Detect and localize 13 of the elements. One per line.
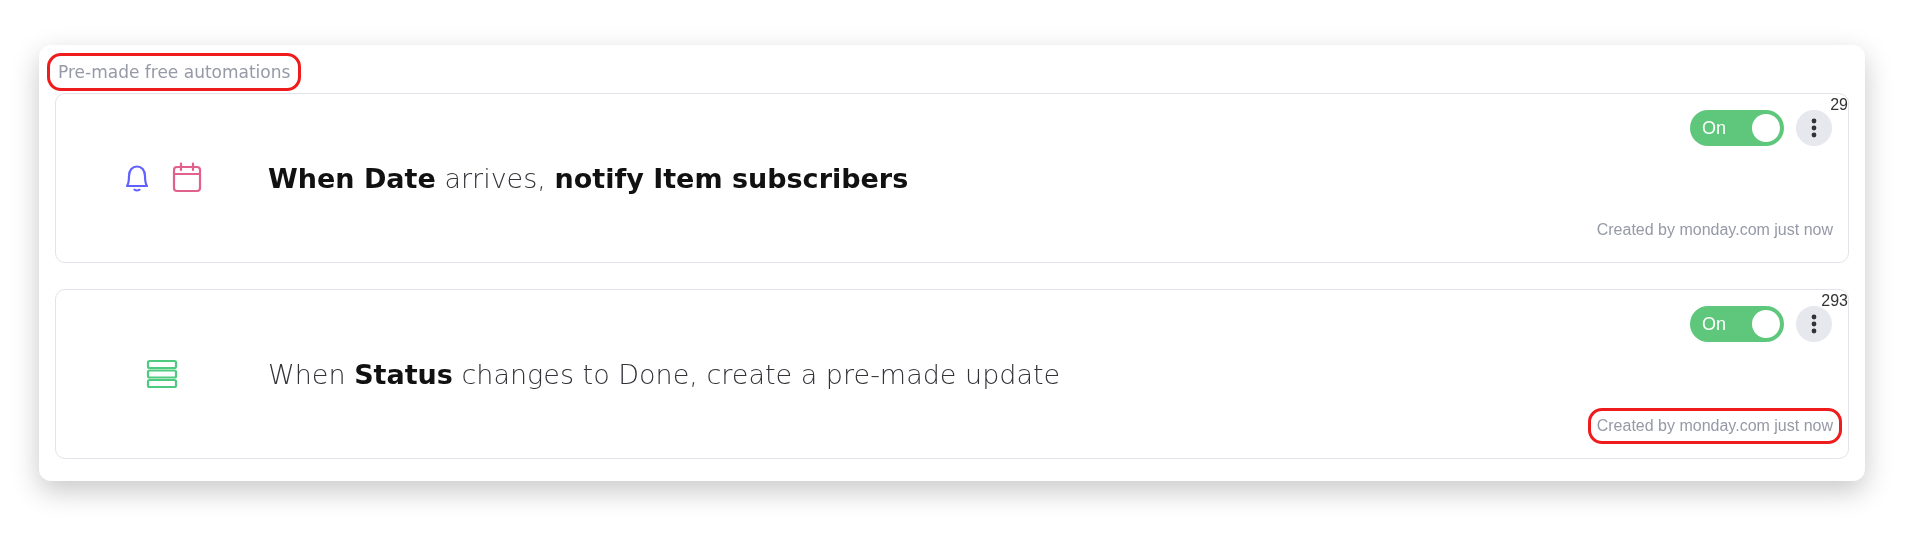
section-title: Pre-made free automations [47,53,302,91]
more-icon [1811,314,1817,334]
more-options-button[interactable] [1796,306,1832,342]
usage-count: 29 [1830,96,1848,114]
more-options-button[interactable] [1796,110,1832,146]
toggle-switch[interactable]: On [1690,306,1784,342]
created-by-text: Created by monday.com just now [1587,408,1842,444]
toggle-switch[interactable]: On [1690,110,1784,146]
usage-count: 293 [1821,292,1848,310]
created-by-text: Created by monday.com just now [1595,220,1834,240]
automation-recipe: When Status changes to Done, create a pre-made update [268,358,1061,390]
more-icon [1811,118,1817,138]
automation-recipe: When Date arrives, notify Item subscribers [268,162,909,194]
